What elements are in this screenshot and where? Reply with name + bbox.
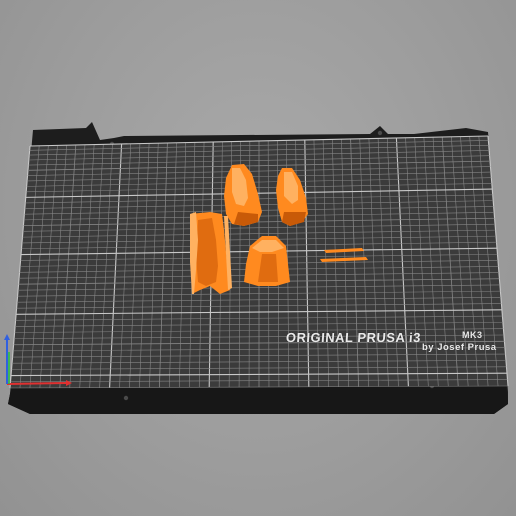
scene-canvas — [4, 122, 509, 414]
part-half-shell[interactable] — [190, 212, 232, 294]
bed-model-label: MK3 — [462, 330, 483, 340]
bed-brand-label: ORIGINAL PRUSA i3 — [285, 330, 422, 345]
3d-viewport[interactable]: ORIGINAL PRUSA i3 MK3 by Josef Prusa — [0, 0, 516, 516]
bed-author-label: by Josef Prusa — [422, 342, 497, 353]
bed-frame-front — [8, 384, 508, 414]
